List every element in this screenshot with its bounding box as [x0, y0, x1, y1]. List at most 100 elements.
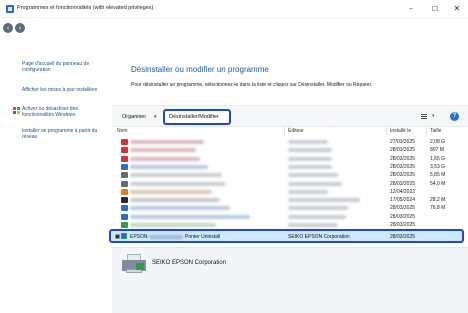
redacted-publisher	[288, 223, 338, 227]
column-header-size[interactable]: Taille	[430, 128, 441, 134]
install-date: 28/03/2025	[390, 222, 416, 228]
chevron-down-icon: ▾	[154, 114, 157, 120]
program-size: 3,53 G	[430, 163, 446, 170]
view-installed-updates-link[interactable]: Afficher les mises à jour installées	[22, 87, 110, 93]
column-header-publisher[interactable]: Éditeur	[288, 128, 304, 134]
selected-program-publisher: SEIKO EPSON Corporation	[288, 234, 350, 240]
control-panel-icon	[6, 5, 14, 13]
selected-program-product: Printer Uninstall	[185, 234, 221, 240]
redacted-publisher	[288, 198, 360, 203]
redacted-publisher	[288, 156, 332, 161]
column-header-name[interactable]: Nom	[117, 128, 128, 134]
redacted-name	[130, 140, 204, 144]
install-date: 17/05/2024	[390, 197, 416, 204]
install-date: 28/03/2025	[390, 205, 416, 212]
maximize-button[interactable]: ☐	[424, 3, 446, 15]
program-row[interactable]: 28/03/2025	[112, 213, 462, 221]
main-content: Désinstaller ou modifier un programme Po…	[109, 40, 468, 313]
title-bar: Programmes et fonctionnalités (with elev…	[0, 0, 468, 18]
program-size: 76,8 M	[430, 205, 446, 212]
printer-icon	[122, 254, 146, 274]
program-icon	[121, 139, 128, 145]
navigation-bar: ‹ ›	[0, 18, 468, 40]
redacted-publisher	[288, 206, 348, 211]
forward-button[interactable]: ›	[15, 23, 25, 33]
redacted-name	[130, 214, 250, 219]
column-divider[interactable]	[426, 127, 427, 135]
column-divider[interactable]	[386, 127, 387, 135]
redacted-name	[130, 189, 212, 194]
back-button[interactable]: ‹	[3, 23, 13, 33]
redacted-name	[130, 148, 196, 153]
printer-icon	[115, 234, 120, 239]
selected-program-name: EPSON	[130, 234, 148, 240]
selected-program-date: 28/03/2025	[390, 234, 416, 240]
redacted-publisher	[288, 189, 328, 194]
install-date: 12/04/2022	[390, 188, 416, 195]
install-date: 28/03/2025	[390, 180, 416, 187]
program-row[interactable]: 12/04/2022	[112, 188, 462, 196]
program-row[interactable]: 17/05/2024 28,2 M	[112, 196, 462, 204]
close-button[interactable]: ✕	[446, 3, 468, 15]
redacted-name	[130, 223, 216, 227]
uninstall-change-label: Désinstaller/Modifier	[169, 114, 219, 120]
redacted-publisher	[288, 140, 328, 144]
redacted-name	[130, 173, 222, 178]
redacted-model	[149, 235, 183, 239]
program-icon	[121, 163, 128, 170]
control-panel-home-link[interactable]: Page d'accueil du panneau de configurati…	[22, 61, 110, 74]
program-size: 28,2 M	[430, 197, 446, 204]
redacted-publisher	[288, 164, 332, 169]
redacted-name	[130, 156, 200, 161]
program-row[interactable]: 27/03/2025 2,08 G	[112, 138, 462, 146]
install-from-network-link[interactable]: Installer un programme à partir du résea…	[22, 128, 110, 141]
column-header-installed[interactable]: Installé le	[390, 128, 411, 134]
redacted-publisher	[288, 181, 342, 186]
program-row[interactable]: 28/03/2025 807 M	[112, 146, 462, 154]
program-size: 54,0 M	[430, 180, 446, 187]
program-row[interactable]: 28/03/2025 54,0 M	[112, 180, 462, 188]
uninstall-change-button[interactable]: Désinstaller/Modifier	[163, 109, 231, 125]
selected-program-row[interactable]: EPSON Printer Uninstall SEIKO EPSON Corp…	[109, 229, 464, 243]
minimize-button[interactable]: –	[400, 3, 422, 15]
shield-icon	[13, 107, 20, 114]
window-title: Programmes et fonctionnalités (with elev…	[17, 5, 154, 11]
program-size: 5,85 M	[430, 172, 446, 179]
redacted-publisher	[288, 214, 346, 219]
program-icon	[121, 222, 128, 228]
program-icon	[121, 172, 128, 179]
program-size: 1,65 G	[430, 155, 446, 162]
details-publisher: SEIKO EPSON Corporation	[152, 260, 227, 266]
install-date: 28/03/2025	[390, 147, 416, 154]
page-title: Désinstaller ou modifier un programme	[131, 65, 269, 74]
install-date: 28/03/2025	[390, 213, 416, 220]
program-icon	[121, 180, 128, 187]
install-date: 28/03/2025	[390, 155, 416, 162]
task-pane: Page d'accueil du panneau de configurati…	[0, 40, 112, 313]
program-size: 2,08 G	[430, 139, 446, 145]
windows-features-link[interactable]: Activer ou désactiver des fonctionnalité…	[22, 106, 110, 119]
epson-icon	[121, 233, 127, 239]
details-pane: SEIKO EPSON Corporation	[112, 247, 468, 313]
install-date: 28/03/2025	[390, 163, 416, 170]
organize-menu[interactable]: Organiser	[122, 114, 146, 120]
view-options-icon[interactable]	[421, 114, 427, 119]
install-date: 27/03/2025	[390, 139, 416, 145]
program-row[interactable]: 28/03/2025 76,8 M	[112, 204, 462, 212]
redacted-name	[130, 198, 220, 203]
redacted-publisher	[288, 173, 338, 178]
help-icon[interactable]: ?	[450, 112, 459, 121]
redacted-name	[130, 206, 230, 211]
program-row[interactable]: 28/03/2025 5,85 M	[112, 171, 462, 179]
column-divider[interactable]	[284, 127, 285, 135]
program-icon	[121, 205, 128, 212]
program-size: 807 M	[430, 147, 444, 154]
program-row[interactable]: 28/03/2025 3,53 G	[112, 163, 462, 171]
command-bar: Organiser ▾ Désinstaller/Modifier ▾ ?	[112, 105, 468, 127]
program-icon	[121, 188, 128, 195]
program-icon	[121, 197, 128, 204]
program-row[interactable]: 28/03/2025 1,65 G	[112, 155, 462, 163]
chevron-down-icon[interactable]: ▾	[432, 113, 435, 119]
install-date: 28/03/2025	[390, 172, 416, 179]
instructions-text: Pour désinstaller un programme, sélectio…	[131, 82, 373, 88]
